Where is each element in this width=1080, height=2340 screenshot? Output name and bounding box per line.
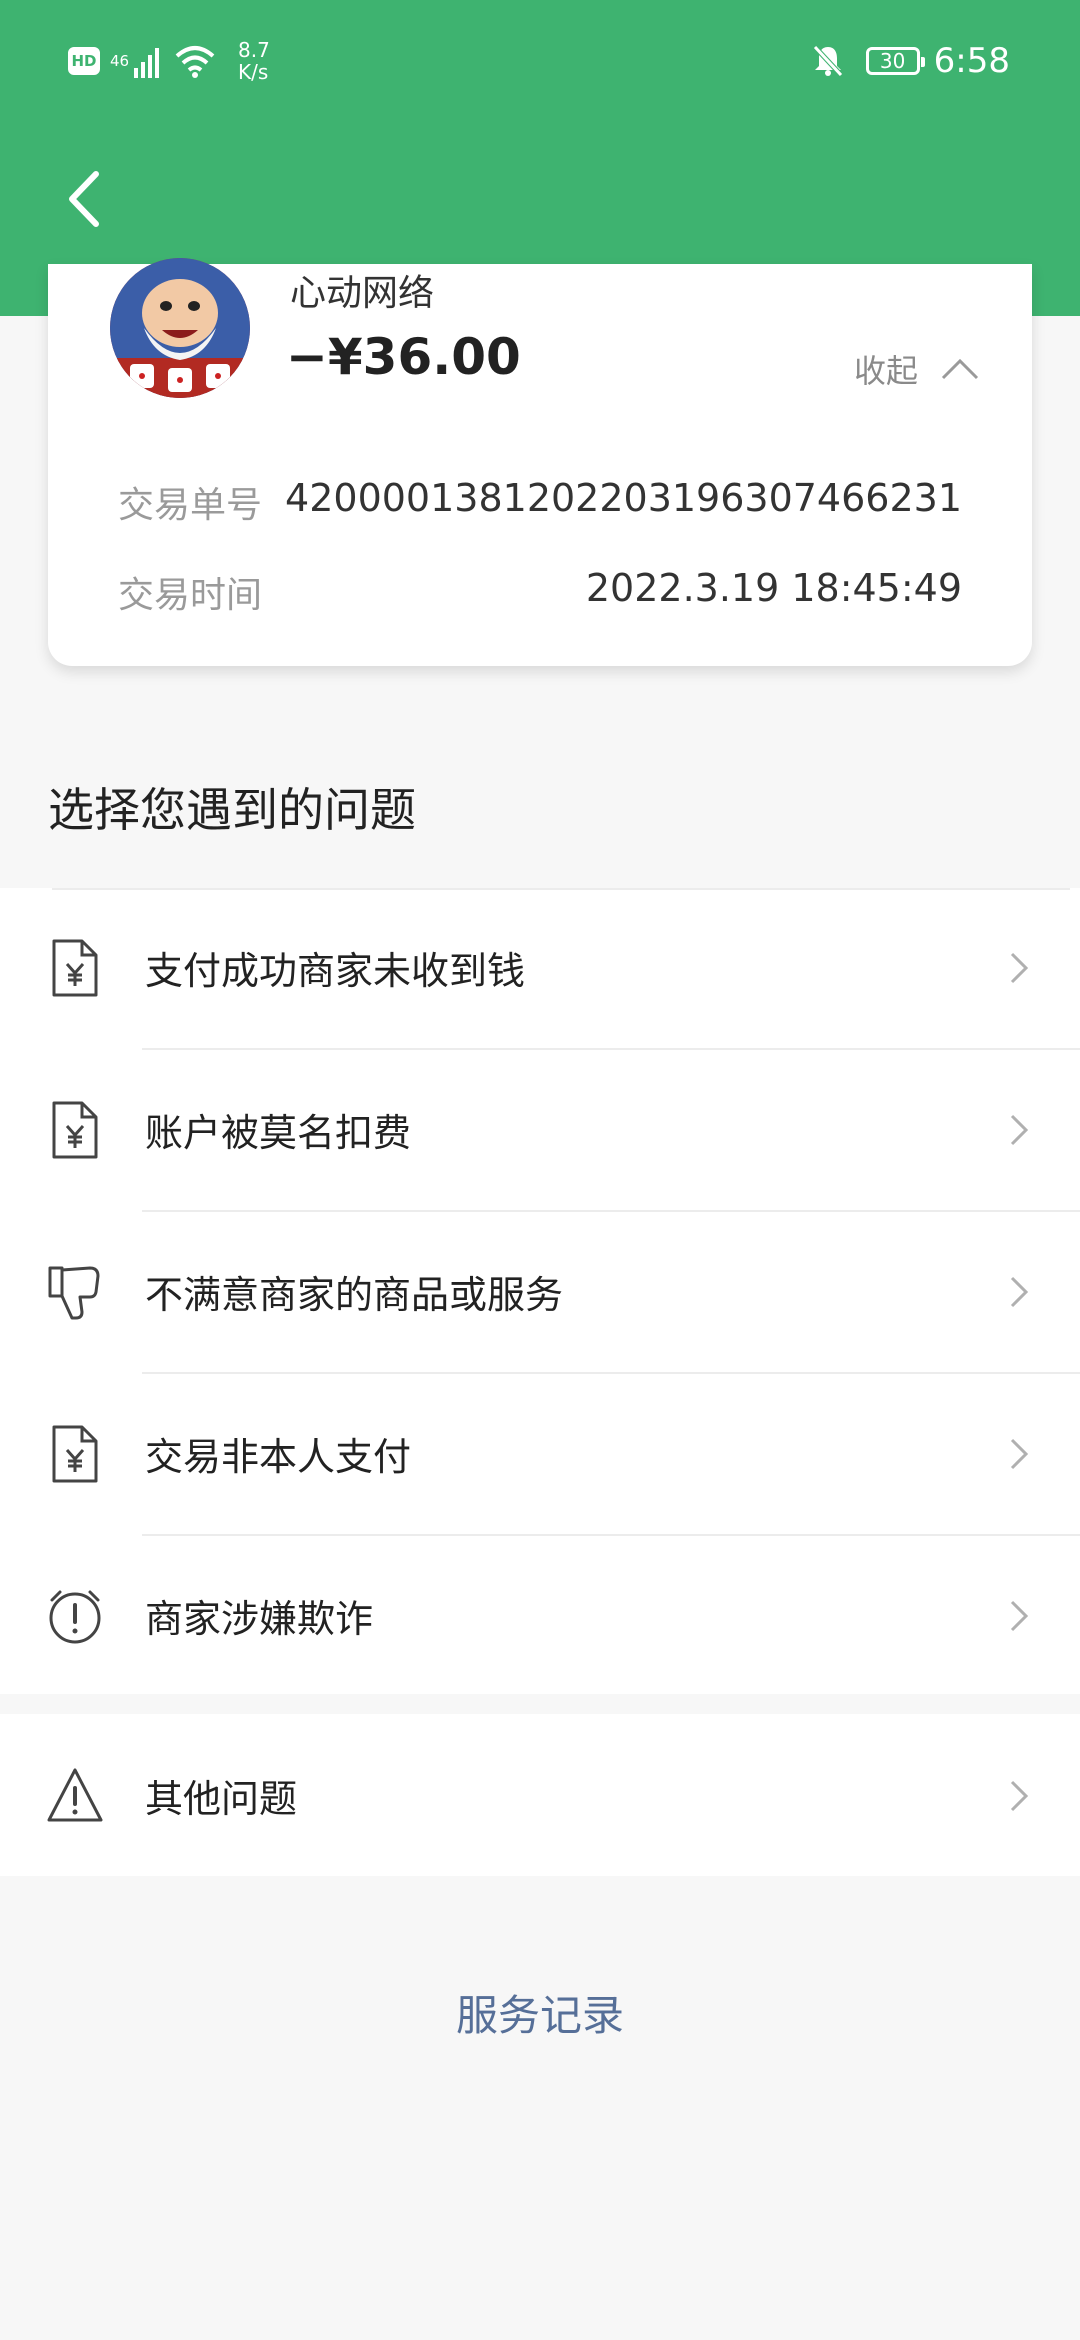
battery-indicator: 30 (865, 47, 925, 75)
merchant-avatar (110, 258, 250, 398)
clock: 6:58 (933, 41, 1010, 81)
status-left: HD 46 8.7 K/s (68, 36, 270, 86)
section-title: 选择您遇到的问题 (48, 783, 416, 837)
chevron-right-icon (1010, 1276, 1029, 1308)
issue-item-not-self-payment[interactable]: 交易非本人支付 (0, 1374, 1080, 1534)
transaction-amount: −¥36.00 (286, 328, 521, 386)
order-number-label: 交易单号 (118, 485, 263, 526)
issue-label: 其他问题 (145, 1777, 298, 1821)
chevron-up-icon (941, 358, 979, 380)
bell-muted-icon (812, 45, 843, 77)
receipt-yen-icon (52, 1425, 98, 1483)
collapse-button[interactable]: 收起 (854, 344, 980, 394)
service-record-link[interactable]: 服务记录 (0, 1982, 1080, 2043)
network-speed: 8.7 K/s (238, 39, 270, 83)
issue-label: 账户被莫名扣费 (145, 1111, 412, 1155)
chevron-right-icon (1010, 1600, 1029, 1632)
transaction-time-value: 2022.3.19 18:45:49 (585, 566, 962, 610)
chevron-right-icon (1010, 952, 1029, 984)
back-button[interactable] (60, 166, 110, 232)
other-issue-section: 其他问题 (0, 1714, 1080, 1876)
signal-icon (134, 48, 159, 78)
issue-label: 不满意商家的商品或服务 (145, 1273, 564, 1317)
chevron-right-icon (1010, 1780, 1029, 1812)
issue-item-unexpected-charge[interactable]: 账户被莫名扣费 (0, 1050, 1080, 1210)
receipt-yen-icon (52, 1101, 98, 1159)
thumbs-down-icon (48, 1266, 100, 1320)
status-bar: HD 46 8.7 K/s 30 6:58 (0, 0, 1080, 120)
transaction-time-label: 交易时间 (118, 575, 263, 616)
collapse-label: 收起 (853, 352, 918, 390)
status-right: 30 6:58 (812, 36, 1010, 86)
issue-label: 支付成功商家未收到钱 (145, 949, 526, 993)
wifi-icon (175, 46, 215, 78)
speed-unit: K/s (238, 60, 269, 84)
issue-list: 支付成功商家未收到钱 账户被莫名扣费 不满意商家的商品或服务 交易非本人支付 商… (0, 888, 1080, 1694)
speed-value: 8.7 (238, 38, 270, 62)
alarm-alert-icon (49, 1590, 101, 1644)
issue-item-unreceived-payment[interactable]: 支付成功商家未收到钱 (0, 888, 1080, 1048)
issue-item-other[interactable]: 其他问题 (0, 1716, 1080, 1876)
transaction-card: 心动网络 −¥36.00 收起 交易单号 4200001381202203196… (48, 258, 1032, 666)
hd-badge: HD (68, 47, 100, 75)
issue-label: 交易非本人支付 (145, 1435, 412, 1479)
receipt-yen-icon (52, 939, 98, 997)
issue-label: 商家涉嫌欺诈 (145, 1597, 374, 1641)
chevron-right-icon (1010, 1114, 1029, 1146)
issue-item-unsatisfied[interactable]: 不满意商家的商品或服务 (0, 1212, 1080, 1372)
warning-triangle-icon (47, 1768, 103, 1822)
chevron-right-icon (1010, 1438, 1029, 1470)
issue-item-fraud[interactable]: 商家涉嫌欺诈 (0, 1536, 1080, 1696)
order-number-value: 4200001381202203196307466231 (285, 476, 962, 520)
network-type: 46 (110, 52, 130, 70)
merchant-name: 心动网络 (290, 273, 435, 314)
